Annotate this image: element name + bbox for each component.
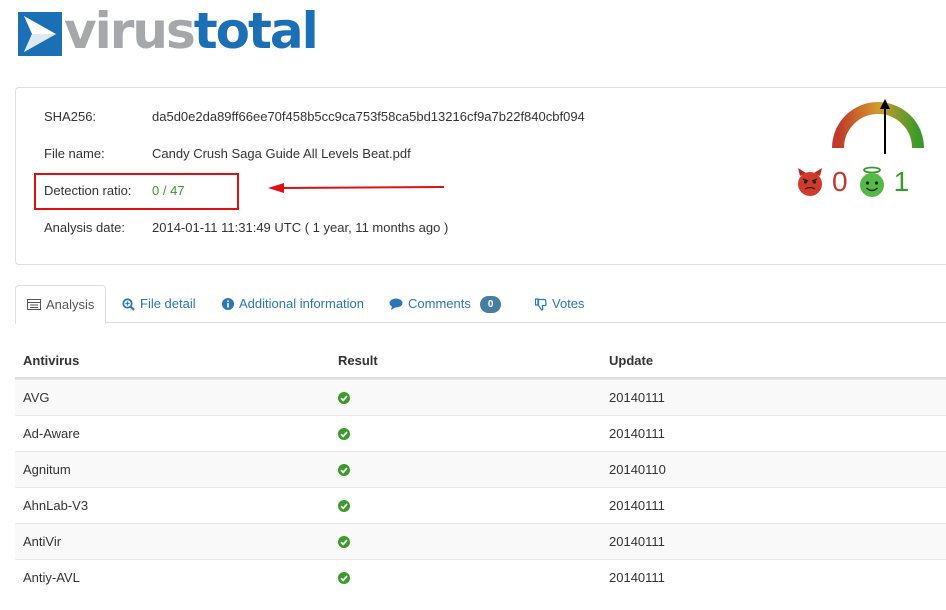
- table-row: AhnLab-V3 20140111: [15, 487, 946, 523]
- clean-check-icon: [338, 500, 350, 512]
- clean-check-icon: [338, 572, 350, 584]
- annotation-arrow-icon: [268, 183, 445, 193]
- tab-analysis[interactable]: Analysis: [15, 285, 107, 324]
- antivirus-name: Antiy-AVL: [23, 570, 80, 585]
- logo-word-virus: virus: [64, 2, 196, 60]
- logo-word-total: total: [193, 2, 319, 60]
- tab-votes[interactable]: Votes: [535, 285, 585, 323]
- antivirus-name: Ad-Aware: [23, 426, 80, 441]
- malicious-vote-count: 0: [832, 166, 848, 197]
- column-header-update[interactable]: Update: [609, 343, 653, 379]
- score-gauge-icon: [832, 99, 924, 154]
- sha256-label: SHA256:: [44, 109, 97, 124]
- antivirus-name: AVG: [23, 390, 50, 405]
- comment-icon: [389, 298, 403, 310]
- tab-analysis-label: Analysis: [46, 296, 95, 312]
- harmless-angel-icon[interactable]: [856, 166, 888, 198]
- column-header-result[interactable]: Result: [338, 343, 378, 379]
- table-icon: [27, 299, 41, 310]
- harmless-vote-count: 1: [893, 166, 910, 197]
- malicious-devil-icon[interactable]: [794, 166, 826, 198]
- community-votes: 0 1: [794, 162, 917, 202]
- virustotal-logo[interactable]: virustotal: [18, 6, 319, 56]
- tab-file-detail-label: File detail: [140, 296, 196, 311]
- clean-check-icon: [338, 464, 350, 476]
- tab-file-detail[interactable]: File detail: [122, 285, 196, 323]
- analysis-date-value: 2014-01-11 11:31:49 UTC ( 1 year, 11 mon…: [152, 220, 449, 235]
- detection-ratio-highlight-box: [34, 173, 239, 210]
- logo-wordmark: virustotal: [64, 6, 319, 56]
- file-name-value: Candy Crush Saga Guide All Levels Beat.p…: [152, 146, 411, 161]
- antivirus-name: Agnitum: [23, 462, 71, 477]
- table-row: Agnitum 20140110: [15, 451, 946, 487]
- file-summary-panel: SHA256: da5d0e2da89ff66ee70f458b5cc9ca75…: [15, 87, 946, 265]
- antivirus-results-table: Antivirus Result Update AVG 20140111 Ad-Aw…: [15, 343, 946, 595]
- clean-check-icon: [338, 428, 350, 440]
- update-date: 20140110: [609, 462, 666, 477]
- table-row: Antiy-AVL 20140111: [15, 559, 946, 595]
- file-name-label: File name:: [44, 146, 105, 161]
- update-date: 20140111: [609, 390, 665, 405]
- column-header-antivirus[interactable]: Antivirus: [23, 343, 79, 379]
- update-date: 20140111: [609, 426, 665, 441]
- table-row: AntiVir 20140111: [15, 523, 946, 559]
- antivirus-name: AntiVir: [23, 534, 62, 549]
- update-date: 20140111: [609, 570, 665, 585]
- virustotal-logo-icon: [18, 12, 62, 56]
- clean-check-icon: [338, 536, 350, 548]
- update-date: 20140111: [609, 498, 665, 513]
- zoom-icon: [122, 297, 135, 311]
- table-header: Antivirus Result Update: [15, 343, 946, 379]
- tab-additional-information-label: Additional information: [239, 296, 365, 311]
- tab-additional-information[interactable]: Additional information: [222, 285, 364, 323]
- info-icon: [222, 298, 234, 310]
- tab-comments-label: Comments: [408, 296, 471, 311]
- analysis-date-label: Analysis date:: [44, 220, 125, 235]
- table-row: Ad-Aware 20140111: [15, 415, 946, 451]
- table-row: AVG 20140111: [15, 379, 946, 415]
- report-tabs: Analysis File detail Additional informat…: [15, 285, 946, 324]
- sha256-value: da5d0e2da89ff66ee70f458b5cc9ca753f58ca5b…: [152, 109, 585, 124]
- update-date: 20140111: [609, 534, 665, 549]
- clean-check-icon: [338, 392, 350, 404]
- antivirus-name: AhnLab-V3: [23, 498, 89, 513]
- tab-comments[interactable]: Comments 0: [389, 285, 502, 323]
- tab-votes-label: Votes: [552, 296, 585, 311]
- thumbs-down-icon: [535, 297, 547, 311]
- comments-count-badge: 0: [479, 295, 502, 313]
